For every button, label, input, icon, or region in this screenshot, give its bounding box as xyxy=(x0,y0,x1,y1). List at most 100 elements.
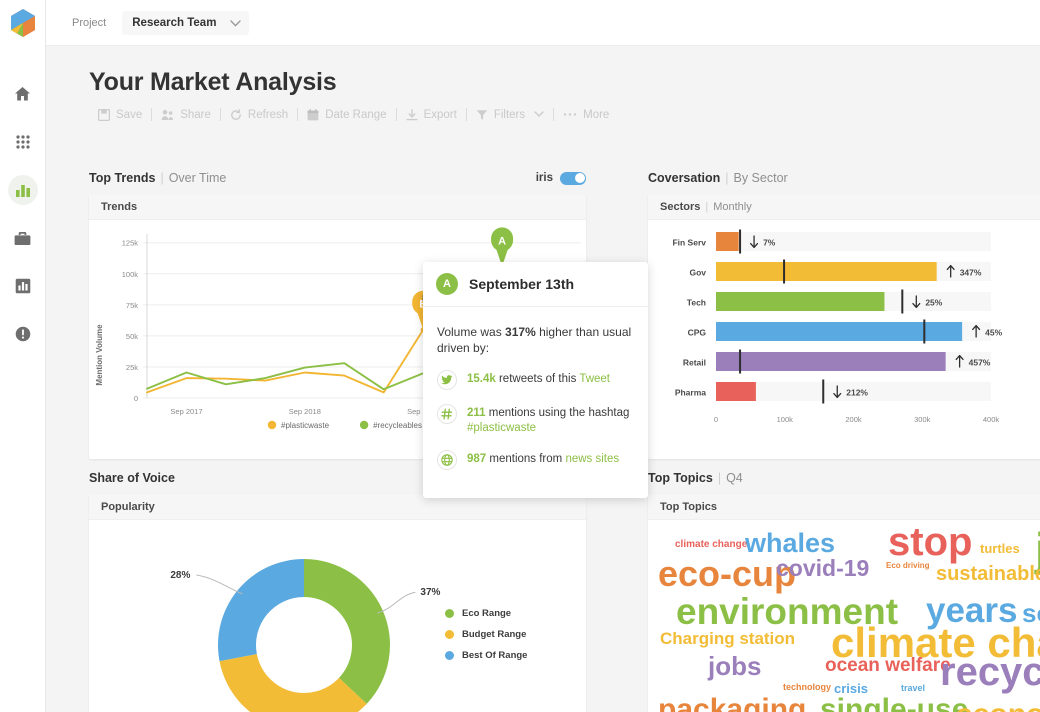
home-icon xyxy=(15,87,30,101)
line-chart-ytick: 100k xyxy=(122,270,139,279)
tooltip-row-news[interactable]: 987 mentions from news sites xyxy=(437,450,634,470)
word-cloud-term[interactable]: turtles xyxy=(980,542,1020,555)
calendar-icon xyxy=(307,108,319,120)
word-cloud-term[interactable]: packaging xyxy=(658,695,806,712)
svg-text:45%: 45% xyxy=(985,328,1002,338)
legend-item[interactable]: Best Of Range xyxy=(445,650,527,661)
more-button[interactable]: More xyxy=(554,109,618,121)
project-select[interactable]: Research Team xyxy=(122,10,250,35)
twitter-icon xyxy=(437,370,457,390)
word-cloud-term[interactable]: travel xyxy=(901,684,925,693)
bar-xtick: 100k xyxy=(777,415,794,424)
line-chart-ylabel: Mention Volume xyxy=(95,324,104,386)
bar-value xyxy=(716,262,937,281)
refresh-button[interactable]: Refresh xyxy=(221,109,297,121)
bar-chart-icon xyxy=(15,184,30,197)
word-cloud[interactable]: climate changewhalesstopturtlesjoeco-cup… xyxy=(648,520,1040,712)
trends-card-label: Trends xyxy=(89,194,586,220)
word-cloud-term[interactable]: Charging station xyxy=(660,630,795,647)
hexagon-logo[interactable] xyxy=(0,0,46,46)
bar-category-label: CPG xyxy=(688,328,707,338)
panel-top-trends-header: Top Trends | Over Time iris xyxy=(89,165,586,191)
bar-chart[interactable]: Fin Serv Gov Tech CPG Retail Pharma 7% 347% 25%… xyxy=(648,220,1040,459)
lead-value: 317% xyxy=(505,325,536,339)
bar-value xyxy=(716,382,756,401)
refresh-label: Refresh xyxy=(247,108,289,121)
legend-label: Eco Range xyxy=(462,608,512,619)
sidebar-item-home[interactable] xyxy=(0,70,46,118)
topics-card-label: Top Topics xyxy=(648,494,1040,520)
tooltip-header: A September 13th xyxy=(423,262,648,307)
filters-button[interactable]: Filters xyxy=(467,109,553,121)
panel-top-topics: Top Topics | Q4 Top Topics climate change w… xyxy=(648,465,1040,712)
line-chart-ytick: 75k xyxy=(126,301,138,310)
bar-xtick: 300k xyxy=(914,415,931,424)
row-text: mentions using the hashtag xyxy=(485,407,630,419)
app-root: Project Research Team Your Market Analys… xyxy=(0,0,1040,712)
tooltip-row-text: 987 mentions from news sites xyxy=(467,450,619,467)
line-chart-ytick: 50k xyxy=(126,332,138,341)
panel-conversation-sector: Coversation | By Sector Sectors | Monthly Fi… xyxy=(648,165,1040,459)
bar-value xyxy=(716,352,946,371)
line-chart-ytick: 25k xyxy=(126,363,138,372)
toggle-switch[interactable] xyxy=(560,171,586,185)
sidebar-item-apps[interactable] xyxy=(0,118,46,166)
filter-icon xyxy=(476,109,488,120)
export-button[interactable]: Export xyxy=(397,109,466,121)
project-select-value: Research Team xyxy=(132,16,217,29)
word-cloud-term[interactable]: technology xyxy=(783,683,831,692)
tooltip-row-text: 211 mentions using the hashtag #plasticw… xyxy=(467,404,634,436)
bar-target-marker xyxy=(739,349,742,374)
word-cloud-term[interactable]: sustainable xyxy=(936,564,1040,584)
panel-topics-header: Top Topics | Q4 xyxy=(648,465,1040,491)
word-cloud-term[interactable]: jobs xyxy=(708,653,761,679)
tooltip-row-hashtag[interactable]: 211 mentions using the hashtag #plasticw… xyxy=(437,404,634,436)
toolbar: Save Share Refresh Date Range Export Fil… xyxy=(89,108,618,121)
insight-tooltip-card[interactable]: A September 13th Volume was 317% higher … xyxy=(423,262,648,498)
iris-toggle-label: iris xyxy=(535,172,553,184)
word-cloud-term[interactable]: econom xyxy=(956,700,1040,712)
donut-slice xyxy=(218,559,304,662)
sidebar-item-analytics[interactable] xyxy=(0,166,46,214)
date-range-button[interactable]: Date Range xyxy=(298,109,395,121)
legend-color-swatch xyxy=(445,609,454,618)
chart-box-icon xyxy=(15,278,30,294)
sidebar-item-reports[interactable] xyxy=(0,262,46,310)
bar-target-marker xyxy=(822,379,825,404)
save-button[interactable]: Save xyxy=(89,108,151,121)
legend-label: Best Of Range xyxy=(462,650,528,661)
row-text: retweets of this xyxy=(495,373,580,385)
word-cloud-term[interactable]: recyc xyxy=(940,652,1040,692)
svg-text:25%: 25% xyxy=(925,298,942,308)
globe-icon xyxy=(437,450,457,470)
tooltip-row-twitter[interactable]: 15.4k retweets of this Tweet xyxy=(437,370,634,390)
legend-item[interactable]: Eco Range xyxy=(445,608,527,619)
chevron-down-icon xyxy=(230,14,242,32)
row-link[interactable]: Tweet xyxy=(579,373,610,385)
sidebar-item-alerts[interactable] xyxy=(0,310,46,358)
word-cloud-term[interactable]: stop xyxy=(888,522,972,562)
row-link[interactable]: news sites xyxy=(565,453,619,465)
sector-title-text: Coversation xyxy=(648,171,721,185)
share-button[interactable]: Share xyxy=(152,109,220,121)
bar-category-label: Retail xyxy=(683,358,706,368)
word-cloud-term[interactable]: Eco driving xyxy=(886,562,930,570)
legend-label: Budget Range xyxy=(462,629,527,640)
sector-chart-card: Sectors | Monthly Fin Serv Gov Tech CPG Retail… xyxy=(648,194,1040,459)
legend-item[interactable]: Budget Range xyxy=(445,629,527,640)
more-label: More xyxy=(583,108,610,121)
word-cloud-term[interactable]: climate change xyxy=(675,540,747,550)
word-cloud-term[interactable]: single-use xyxy=(820,695,968,712)
voice-chart-card: Popularity 37% 28% xyxy=(89,494,586,712)
svg-text:347%: 347% xyxy=(960,268,982,278)
row-value: 987 xyxy=(467,453,487,465)
sector-card-label: Sectors | Monthly xyxy=(648,194,1040,220)
iris-toggle[interactable]: iris xyxy=(535,171,586,185)
row-link[interactable]: #plasticwaste xyxy=(467,422,536,434)
word-cloud-term[interactable]: covid-19 xyxy=(776,557,869,580)
share-icon xyxy=(161,109,174,120)
word-cloud-term[interactable]: ocean welfare xyxy=(825,656,951,675)
svg-text:#recycleables: #recycleables xyxy=(373,421,422,430)
sidebar-item-projects[interactable] xyxy=(0,214,46,262)
svg-text:212%: 212% xyxy=(846,388,868,398)
